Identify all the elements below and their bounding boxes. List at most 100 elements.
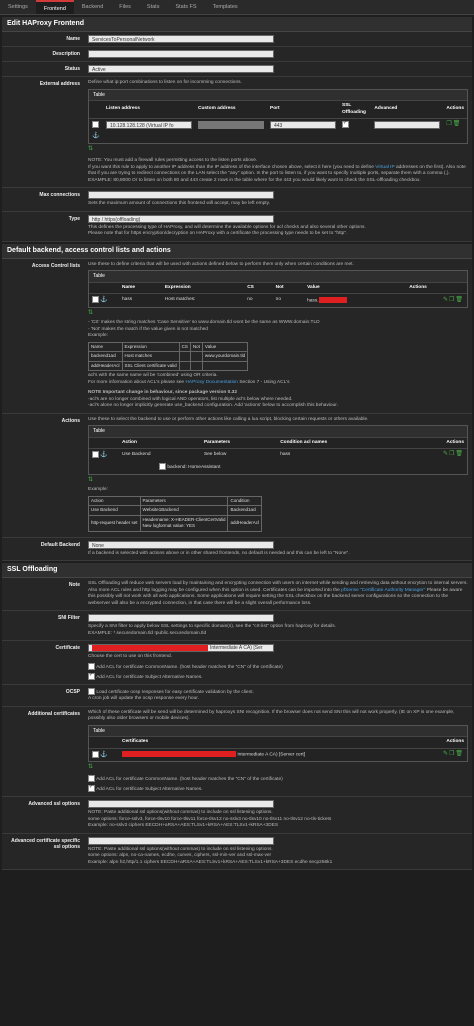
default-backend-label: Default Backend <box>40 541 80 548</box>
custom-address-input[interactable] <box>198 121 264 130</box>
acl-panel: Default backend, access control lists an… <box>2 243 472 562</box>
advanced-cert-input[interactable] <box>88 836 274 845</box>
table-caption: Table <box>89 426 467 438</box>
tab-backend[interactable]: Backend <box>74 0 111 14</box>
cn-acl-label: Add ACL for certificate CommonName. (hos… <box>96 664 283 670</box>
anchor-icon[interactable]: ⚓ <box>100 452 107 458</box>
type-select[interactable]: http / https(offloading) <box>88 214 274 223</box>
add-row-icon[interactable]: ⇅ <box>88 477 468 484</box>
sni-desc-2: EXAMPLE: *.securedomain.tld !public.secu… <box>88 630 207 636</box>
ocsp-desc: A cron job will update the ocsp response… <box>88 696 199 702</box>
status-row: Status Active <box>2 62 472 77</box>
ex-cell <box>178 351 191 362</box>
port-input[interactable]: 443 <box>270 121 336 130</box>
copy-icon[interactable]: ❐ <box>446 121 451 127</box>
add-san-acl-checkbox[interactable] <box>88 784 95 792</box>
description-label: Description <box>52 51 80 57</box>
tab-stats-fs[interactable]: Stats FS <box>167 0 204 14</box>
listen-address-select[interactable]: 10.128.128.128 (Virtual IP fo <box>106 121 192 130</box>
tab-files[interactable]: Files <box>111 0 139 14</box>
ex-cell: CS <box>178 341 191 353</box>
certificate-select[interactable]: Intermediate A CA) [Ser <box>88 644 274 653</box>
additional-certs-table: Table Certificates Actions ⚓ Intermediat… <box>88 724 468 763</box>
ext-note-1: NOTE: You must add a firewall rules perm… <box>88 158 258 164</box>
anchor-icon[interactable]: ⚓ <box>92 133 99 139</box>
sni-label: SNI Filter <box>58 615 80 622</box>
name-row: Name ServicesToPersonalNetwork <box>2 32 472 47</box>
row-checkbox[interactable] <box>92 121 99 128</box>
edit-icon[interactable]: ✎ <box>443 297 448 303</box>
panel-title: SSL Offloading <box>2 563 472 579</box>
cert-manager-link[interactable]: pfSense "Certificate Authority Manager" <box>341 588 425 593</box>
add-cn-acl-checkbox[interactable] <box>88 774 95 782</box>
description-input[interactable] <box>88 50 274 58</box>
copy-icon[interactable]: ❐ <box>449 451 454 457</box>
advanced-input[interactable] <box>374 121 441 130</box>
act-example-label: Example: <box>88 487 108 493</box>
tab-stats[interactable]: Stats <box>139 0 168 14</box>
add-row-icon[interactable]: ⇅ <box>88 764 468 771</box>
anchor-icon[interactable]: ⚓ <box>100 297 107 303</box>
add-row-icon[interactable]: ⇅ <box>88 310 468 317</box>
description-row: Description <box>2 47 472 62</box>
certificate-desc: Choose the cert to use on this frontend. <box>88 654 172 660</box>
status-label: Status <box>64 66 80 72</box>
ex-cell: www.yourdomain.tld <box>201 351 249 362</box>
virtual-ip-link[interactable]: Virtual IP <box>375 165 394 170</box>
additional-certs-desc: Which of these certificate will be send … <box>88 709 455 722</box>
acl-label: Access Control lists <box>31 262 80 269</box>
col-action: Action <box>119 437 201 450</box>
ssl-offloading-checkbox[interactable] <box>342 120 349 128</box>
panel-title: Edit HAProxy Frontend <box>2 17 472 32</box>
copy-icon[interactable]: ❐ <box>449 297 454 303</box>
cn-acl-checkbox[interactable] <box>88 662 95 670</box>
tab-frontend[interactable]: Frontend <box>35 0 74 14</box>
acl-note-5: Section 7 - Using ACL's <box>239 379 290 385</box>
delete-icon[interactable]: 🗑 <box>455 297 463 303</box>
backend-line: backend: HomeAssistant <box>167 465 221 471</box>
ex-cell: Headername: X-HEADER-ClientCertValid New… <box>139 514 229 532</box>
edit-icon[interactable]: ✎ <box>443 751 448 757</box>
tab-settings[interactable]: Settings <box>0 0 36 14</box>
additional-certs-label: Additional certificates <box>27 710 80 717</box>
sni-input[interactable] <box>88 614 274 623</box>
edit-icon[interactable]: ✎ <box>443 451 448 457</box>
redacted-block <box>318 296 347 303</box>
ex-cell: http-request header set <box>88 514 141 532</box>
ex-cell <box>189 351 203 362</box>
ex-cell: addHeaderAcl <box>227 514 263 532</box>
table-row: ⚓ Intermediate A CA) [Server cert] ✎❐🗑 <box>89 748 467 761</box>
delete-icon[interactable]: 🗑 <box>455 751 463 757</box>
anchor-icon[interactable]: ⚓ <box>100 752 107 758</box>
name-label: Name <box>66 36 80 42</box>
default-backend-select[interactable]: None <box>88 540 274 549</box>
params-value: See below <box>203 451 227 457</box>
backend-expand-checkbox[interactable] <box>159 463 166 471</box>
ex-cell: Host matches <box>121 351 180 362</box>
tab-templates[interactable]: Templates <box>205 0 246 14</box>
haproxy-doc-link[interactable]: HAProxy Documentation <box>185 380 238 385</box>
row-checkbox[interactable] <box>92 296 99 304</box>
name-input[interactable]: ServicesToPersonalNetwork <box>88 35 274 43</box>
san-acl-label: Add ACL for certificate Subject Alternat… <box>96 674 203 680</box>
delete-icon[interactable]: 🗑 <box>453 121 461 127</box>
acl-expression: Host matches: <box>164 297 196 303</box>
ex-cell: Value <box>201 341 249 353</box>
redacted-block <box>122 751 236 758</box>
copy-icon[interactable]: ❐ <box>449 751 454 757</box>
ocsp-checkbox[interactable] <box>88 688 95 696</box>
max-connections-input[interactable] <box>88 191 274 200</box>
delete-icon[interactable]: 🗑 <box>455 451 463 457</box>
add-row-icon[interactable]: ⇅ <box>88 146 468 153</box>
status-select[interactable]: Active <box>88 65 274 73</box>
acl-note-8: -acl's alone no longer implicitly genera… <box>88 403 338 409</box>
ex-cell <box>201 360 249 372</box>
row-checkbox[interactable] <box>92 451 99 459</box>
san-acl-checkbox[interactable] <box>88 672 95 680</box>
additional-cert-value: Intermediate A CA) [Server cert] <box>237 752 306 758</box>
row-checkbox[interactable] <box>92 750 99 758</box>
advanced-ssl-input[interactable] <box>88 800 274 809</box>
add-san-acl-label: Add ACL for certificate Subject Alternat… <box>96 786 203 792</box>
acl-row: Access Control lists Use these to define… <box>2 259 472 414</box>
col-actions: Actions <box>423 737 467 749</box>
